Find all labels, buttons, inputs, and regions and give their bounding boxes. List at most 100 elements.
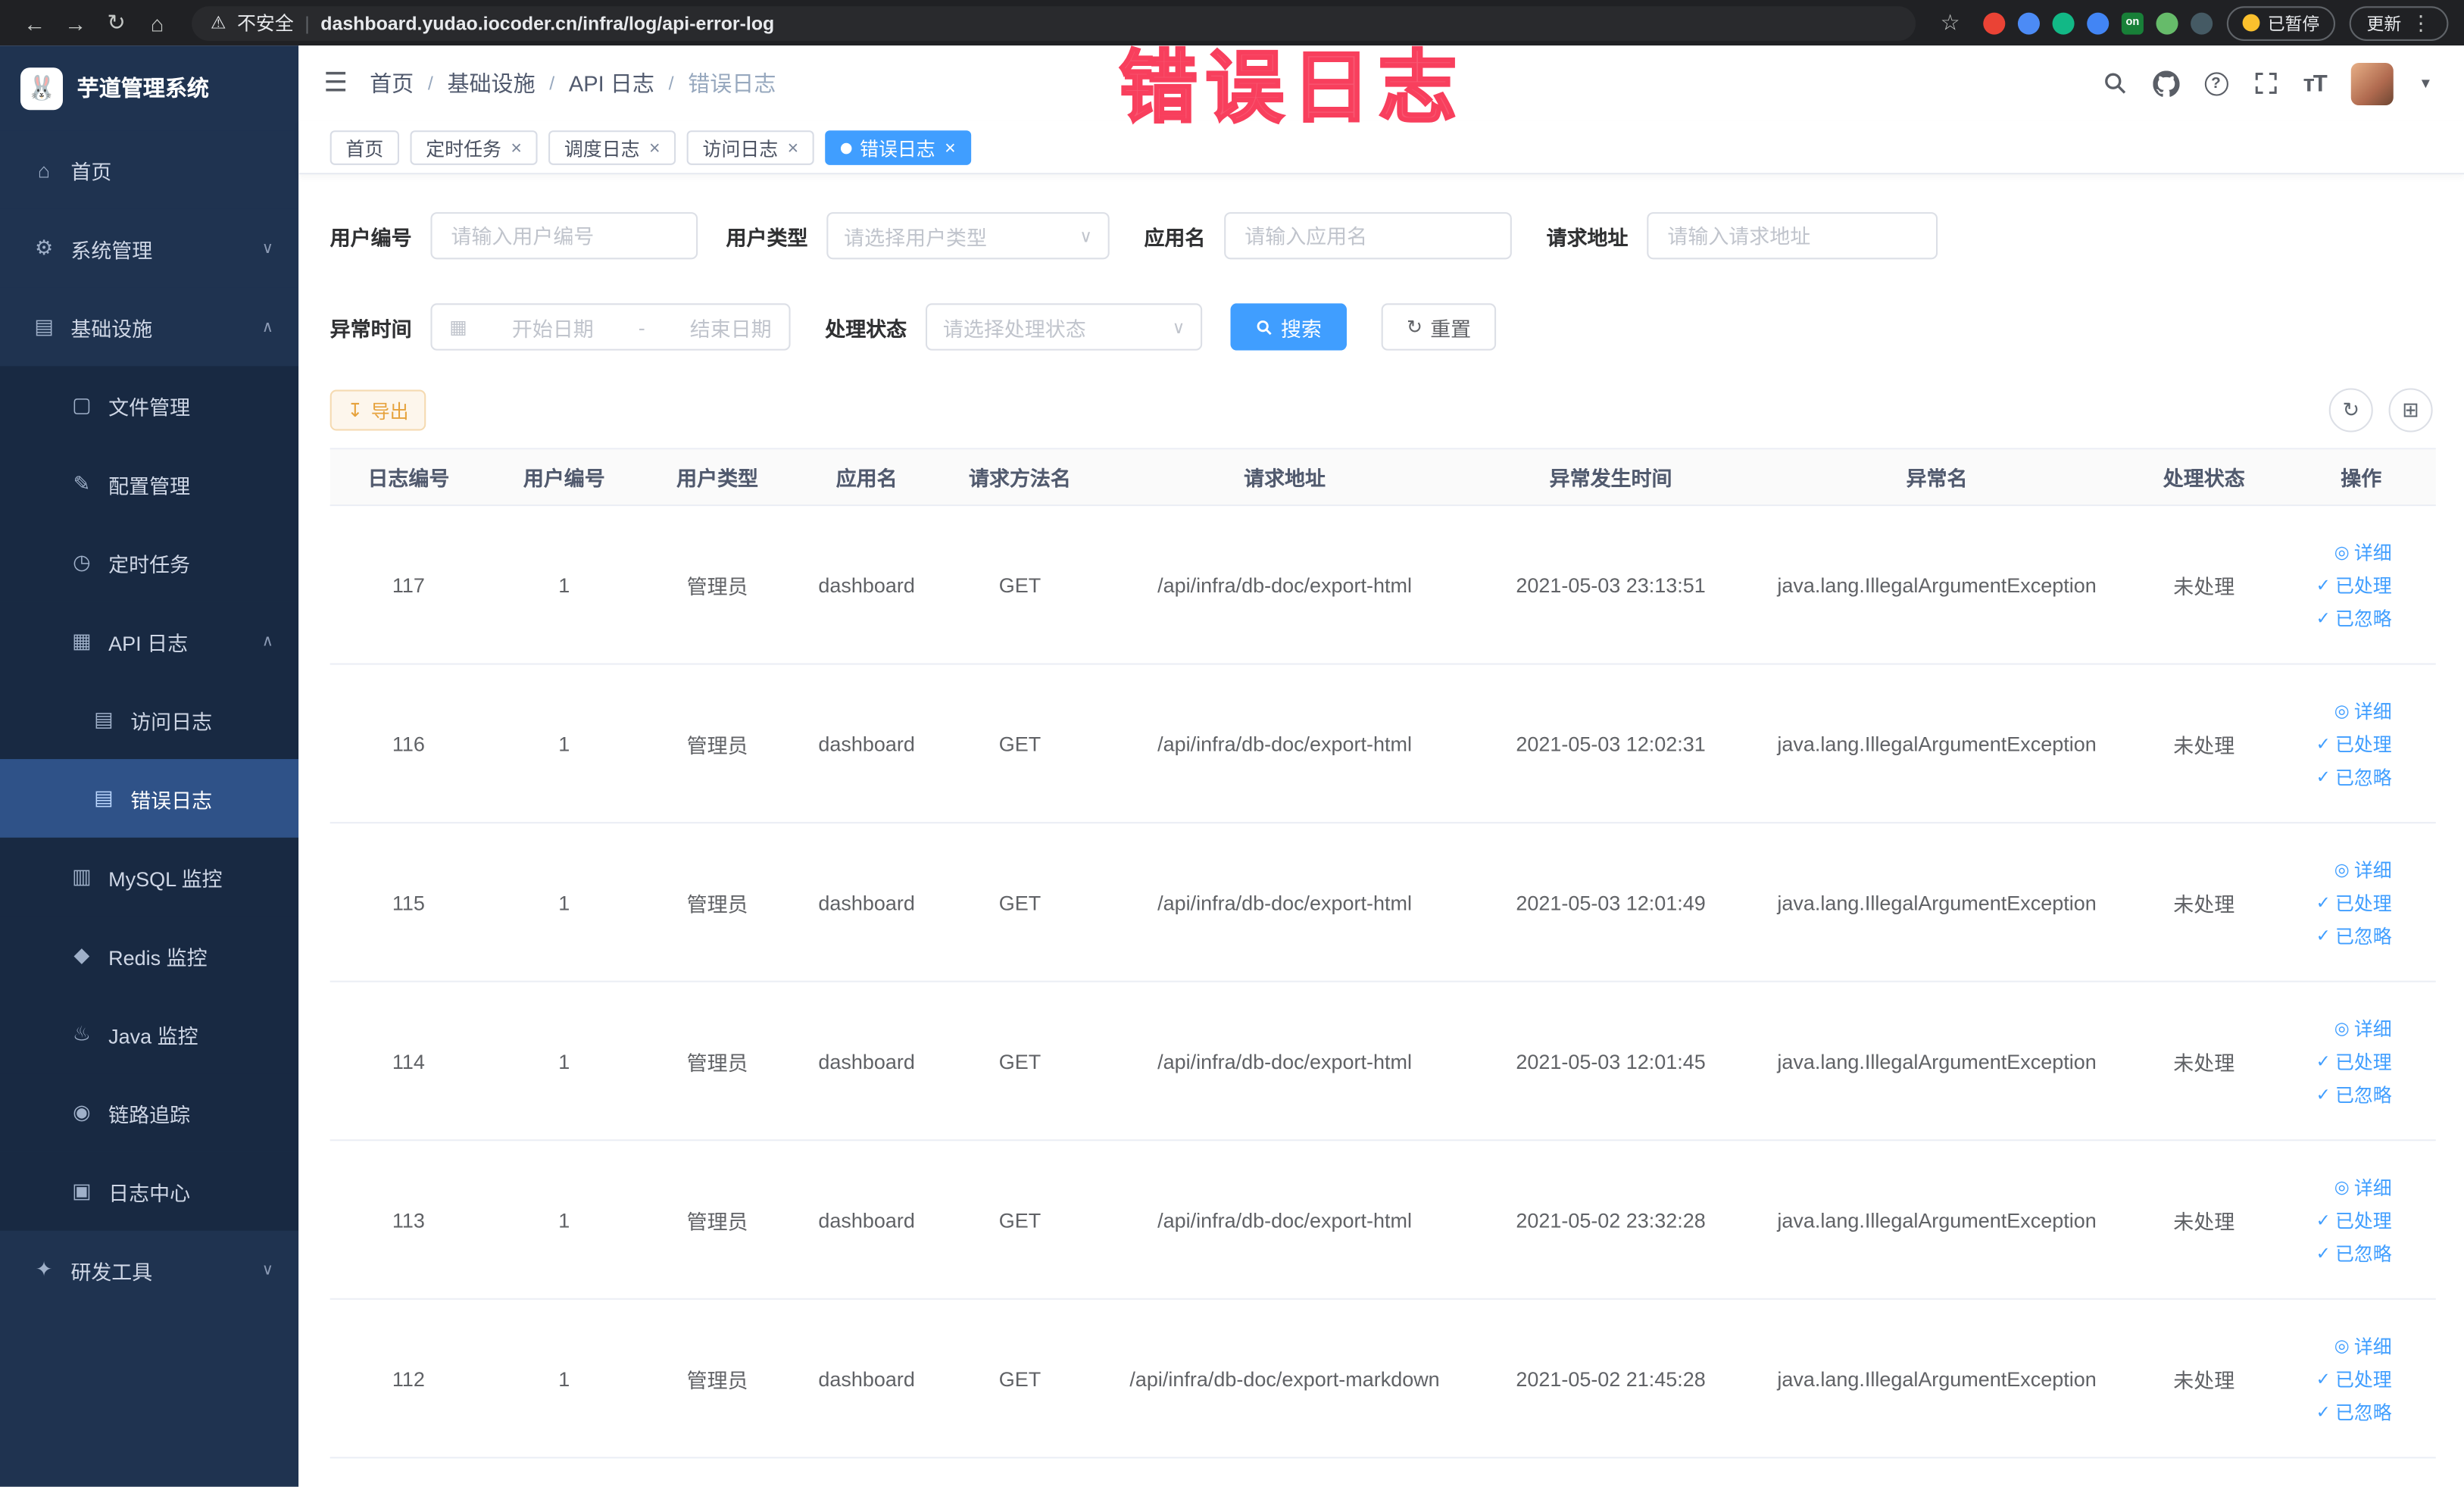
- page-tab[interactable]: 定时任务 ×: [410, 130, 538, 165]
- close-icon[interactable]: ×: [945, 136, 956, 158]
- cell-app-name: dashboard: [818, 573, 915, 597]
- sidebar-item[interactable]: ▥ MySQL 监控: [0, 837, 299, 917]
- request-url-input[interactable]: [1647, 212, 1938, 260]
- check-icon: ✓: [2316, 926, 2331, 945]
- sidebar-item[interactable]: ✦ 研发工具 ∨: [0, 1230, 299, 1310]
- breadcrumb-item-current: 错误日志: [688, 70, 776, 96]
- avatar-caret-icon[interactable]: ▼: [2419, 76, 2433, 92]
- infrastructure-icon: ▤: [34, 314, 54, 339]
- processed-link[interactable]: ✓ 已处理: [2316, 1048, 2392, 1074]
- fullscreen-icon[interactable]: [2253, 70, 2278, 95]
- sidebar-item[interactable]: ▤ 错误日志: [0, 759, 299, 838]
- processed-link[interactable]: ✓ 已处理: [2316, 1365, 2392, 1392]
- java-monitor-icon: ♨: [72, 1021, 91, 1045]
- cell-operations: ◎ 详细 ✓ 已处理 ✓ 已忽略: [2287, 697, 2436, 789]
- process-status-select[interactable]: 请选择处理状态 ∨: [926, 303, 1203, 351]
- breadcrumb-item-home[interactable]: 首页: [370, 67, 414, 98]
- processed-link[interactable]: ✓ 已处理: [2316, 571, 2392, 598]
- avatar[interactable]: [2350, 61, 2394, 105]
- user-type-select[interactable]: 请选择用户类型 ∨: [826, 212, 1110, 260]
- breadcrumb-item-infra[interactable]: 基础设施: [447, 67, 535, 98]
- close-icon[interactable]: ×: [511, 136, 522, 158]
- page-tab[interactable]: 访问日志 ×: [686, 130, 814, 165]
- extension-green-icon[interactable]: [2052, 11, 2075, 34]
- sidebar-item[interactable]: ▤ 基础设施 ∧: [0, 287, 299, 367]
- ignored-link[interactable]: ✓ 已忽略: [2316, 604, 2392, 631]
- extension-blue-icon[interactable]: [2017, 11, 2040, 34]
- column-settings-icon[interactable]: ⊞: [2388, 388, 2433, 433]
- github-icon[interactable]: [2152, 70, 2179, 96]
- processed-link[interactable]: ✓ 已处理: [2316, 1206, 2392, 1232]
- update-button[interactable]: 更新 ⋮: [2349, 5, 2449, 40]
- sidebar-item[interactable]: ◆ Redis 监控: [0, 916, 299, 995]
- sidebar-item[interactable]: ⚙ 系统管理 ∨: [0, 208, 299, 288]
- forward-icon[interactable]: →: [57, 5, 95, 40]
- processed-link[interactable]: ✓ 已处理: [2316, 730, 2392, 757]
- detail-link[interactable]: ◎ 详细: [2334, 856, 2392, 883]
- page-tab[interactable]: 调度日志 ×: [548, 130, 676, 165]
- url-text[interactable]: dashboard.yudao.iocoder.cn/infra/log/api…: [320, 12, 774, 34]
- ignored-link[interactable]: ✓ 已忽略: [2316, 763, 2392, 789]
- search-button[interactable]: 搜索: [1230, 303, 1348, 351]
- font-size-icon[interactable]: тT: [2303, 70, 2328, 96]
- extension-paw-icon[interactable]: [2191, 11, 2213, 34]
- sidebar-item-label: 链路追踪: [108, 1102, 191, 1126]
- user-id-input[interactable]: [430, 212, 698, 260]
- detail-link[interactable]: ◎ 详细: [2334, 697, 2392, 723]
- close-icon[interactable]: ×: [649, 136, 661, 158]
- sidebar-item[interactable]: ✎ 配置管理: [0, 445, 299, 523]
- sidebar-item[interactable]: ▢ 文件管理: [0, 366, 299, 445]
- page-tab[interactable]: 错误日志 ×: [825, 130, 972, 165]
- search-icon[interactable]: [2102, 70, 2127, 95]
- header-actions: ? тT ▼: [2102, 61, 2433, 105]
- sidebar-item[interactable]: ♨ Java 监控: [0, 995, 299, 1074]
- refresh-icon[interactable]: ↻: [98, 5, 136, 40]
- sidebar-item[interactable]: ▦ API 日志 ∧: [0, 601, 299, 681]
- page-header: ☰ 首页 / 基础设施 / API 日志 / 错误日志 ? тT ▼: [298, 45, 2464, 121]
- chevron-down-icon: ∨: [1079, 226, 1092, 246]
- extension-on-icon[interactable]: on: [2121, 11, 2144, 34]
- file-manage-icon: ▢: [72, 392, 92, 417]
- cell-process-status: 未处理: [2173, 1050, 2235, 1075]
- address-bar[interactable]: ⚠ 不安全 | dashboard.yudao.iocoder.cn/infra…: [192, 5, 1916, 40]
- security-label[interactable]: 不安全: [237, 9, 294, 36]
- extension-red-icon[interactable]: [1983, 11, 2006, 34]
- sidebar-item[interactable]: ▣ 日志中心: [0, 1151, 299, 1231]
- browser-nav: ← → ↻ ⌂: [16, 5, 176, 40]
- detail-link[interactable]: ◎ 详细: [2334, 1332, 2392, 1358]
- bookmark-star-icon[interactable]: ☆: [1932, 5, 1969, 40]
- detail-link[interactable]: ◎ 详细: [2334, 1173, 2392, 1200]
- export-button[interactable]: ↧ 导出: [329, 389, 426, 431]
- ignored-link[interactable]: ✓ 已忽略: [2316, 1398, 2392, 1424]
- processed-link[interactable]: ✓ 已处理: [2316, 889, 2392, 915]
- home-icon[interactable]: ⌂: [139, 5, 176, 40]
- page-tab[interactable]: 首页 ×: [329, 130, 400, 165]
- cell-operations: ◎ 详细 ✓ 已处理 ✓ 已忽略: [2287, 856, 2436, 948]
- ignored-link[interactable]: ✓ 已忽略: [2316, 922, 2392, 948]
- paused-badge[interactable]: 已暂停: [2226, 5, 2336, 40]
- app-logo[interactable]: 🐰 芋道管理系统: [0, 45, 298, 130]
- sidebar-item[interactable]: ◷ 定时任务: [0, 523, 299, 602]
- help-icon[interactable]: ?: [2203, 71, 2228, 95]
- exception-time-range-picker[interactable]: ▦ 开始日期 - 结束日期: [430, 303, 791, 351]
- back-icon[interactable]: ←: [16, 5, 54, 40]
- calendar-icon: ▦: [449, 316, 467, 339]
- ignored-link[interactable]: ✓ 已忽略: [2316, 1239, 2392, 1266]
- refresh-table-icon[interactable]: ↻: [2328, 388, 2373, 433]
- reset-button[interactable]: ↻ 重置: [1381, 303, 1497, 351]
- extension-grid-icon[interactable]: [2087, 11, 2110, 34]
- check-icon: ✓: [2316, 608, 2331, 628]
- sidebar-item[interactable]: ⌂ 首页: [0, 130, 299, 209]
- sidebar-item[interactable]: ◉ 链路追踪: [0, 1073, 299, 1152]
- detail-link[interactable]: ◎ 详细: [2334, 1014, 2392, 1041]
- detail-link[interactable]: ◎ 详细: [2334, 539, 2392, 565]
- sidebar-item[interactable]: ▤ 访问日志: [0, 680, 299, 760]
- cell-user-id: 1: [558, 731, 570, 755]
- close-icon[interactable]: ×: [788, 136, 799, 158]
- ignored-link[interactable]: ✓ 已忽略: [2316, 1080, 2392, 1107]
- collapse-menu-icon[interactable]: ☰: [323, 67, 348, 98]
- browser-menu-icon[interactable]: ⋮: [2411, 10, 2431, 35]
- extension-leaf-icon[interactable]: [2156, 11, 2178, 34]
- app-name-input[interactable]: [1224, 212, 1512, 260]
- breadcrumb-item-api-log[interactable]: API 日志: [569, 67, 654, 98]
